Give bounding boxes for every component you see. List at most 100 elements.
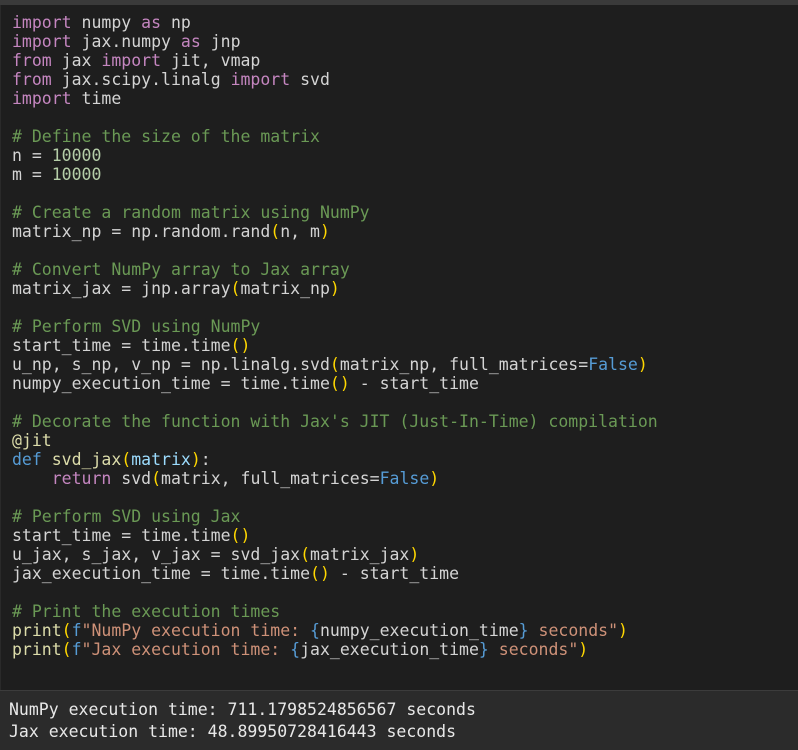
code-token: jax.numpy bbox=[71, 32, 181, 51]
code-token: from bbox=[12, 51, 52, 70]
code-token: import bbox=[230, 70, 291, 89]
output-line-numpy: NumPy execution time: 711.1798524856567 … bbox=[9, 700, 476, 719]
code-line: # Define the size of the matrix bbox=[12, 127, 658, 146]
code-token: # Perform SVD using Jax bbox=[12, 507, 241, 526]
code-token: - start_time bbox=[349, 374, 479, 393]
code-token: matrix_np = np.random.rand bbox=[12, 222, 271, 241]
code-token: import bbox=[12, 32, 72, 51]
code-token: : bbox=[200, 450, 211, 469]
code-token: numpy bbox=[71, 13, 142, 32]
code-token: ( bbox=[300, 545, 311, 564]
code-token: print bbox=[12, 621, 62, 640]
code-token: numpy_execution_time = time.time bbox=[12, 374, 330, 393]
code-token: seconds" bbox=[528, 621, 618, 640]
code-token: ( bbox=[230, 279, 241, 298]
code-token: m = bbox=[12, 165, 52, 184]
code-token: ) bbox=[637, 355, 648, 374]
output-text: NumPy execution time: 711.1798524856567 … bbox=[9, 699, 476, 743]
code-token: jax.scipy.linalg bbox=[51, 70, 231, 89]
code-line: print(f"NumPy execution time: {numpy_exe… bbox=[12, 621, 658, 640]
code-line: jax_execution_time = time.time() - start… bbox=[12, 564, 658, 583]
code-token: { bbox=[310, 621, 320, 640]
code-line: import jax.numpy as jnp bbox=[12, 32, 658, 51]
code-line: start_time = time.time() bbox=[12, 336, 658, 355]
code-token: ( bbox=[61, 621, 72, 640]
code-line: matrix_jax = jnp.array(matrix_np) bbox=[12, 279, 658, 298]
code-token: u_np, s_np, v_np = np.linalg.svd bbox=[12, 355, 330, 374]
code-cell[interactable]: import numpy as np import jax.numpy as jn… bbox=[0, 5, 798, 690]
code-line: start_time = time.time() bbox=[12, 526, 658, 545]
code-line: import numpy as np bbox=[12, 13, 658, 32]
code-token: "NumPy execution time: bbox=[81, 621, 311, 640]
code-token: matrix bbox=[131, 450, 191, 469]
output-line-jax: Jax execution time: 48.89950728416443 se… bbox=[9, 722, 457, 741]
cell-output: NumPy execution time: 711.1798524856567 … bbox=[0, 690, 798, 750]
code-token: ) bbox=[409, 545, 420, 564]
code-token: n, m bbox=[280, 222, 320, 241]
code-token: time bbox=[71, 89, 122, 108]
code-token: jax_execution_time = time.time bbox=[12, 564, 311, 583]
code-line: m = 10000 bbox=[12, 165, 658, 184]
code-token: () bbox=[230, 336, 251, 355]
code-token: ( bbox=[270, 222, 281, 241]
code-token: u_jax, s_jax, v_jax = svd_jax bbox=[12, 545, 301, 564]
code-token: svd bbox=[290, 70, 330, 89]
code-line: import time bbox=[12, 89, 658, 108]
code-token: ) bbox=[190, 450, 201, 469]
code-token: # Define the size of the matrix bbox=[12, 127, 320, 146]
code-token: } bbox=[478, 640, 489, 659]
code-token: svd_jax bbox=[51, 450, 122, 469]
code-token: { bbox=[290, 640, 301, 659]
code-line: u_jax, s_jax, v_jax = svd_jax(matrix_jax… bbox=[12, 545, 658, 564]
code-token: jit, vmap bbox=[161, 51, 261, 70]
code-token: start_time = time.time bbox=[12, 526, 231, 545]
code-token: ) bbox=[429, 469, 440, 488]
code-token: seconds" bbox=[488, 640, 579, 659]
code-token: jax_execution_time bbox=[300, 640, 479, 659]
code-token: print bbox=[12, 640, 62, 659]
code-line: # Perform SVD using NumPy bbox=[12, 317, 658, 336]
code-token: start_time = time.time bbox=[12, 336, 231, 355]
code-token: () bbox=[329, 374, 350, 393]
code-token: n = bbox=[12, 146, 52, 165]
code-token: def bbox=[12, 450, 42, 469]
code-token: import bbox=[101, 51, 162, 70]
code-token: } bbox=[518, 621, 529, 640]
code-token: matrix, full_matrices= bbox=[161, 469, 380, 488]
code-line: matrix_np = np.random.rand(n, m) bbox=[12, 222, 658, 241]
code-token: matrix_np, full_matrices= bbox=[339, 355, 589, 374]
code-token: jnp bbox=[200, 32, 241, 51]
code-token: - start_time bbox=[329, 564, 460, 583]
code-token: ( bbox=[329, 355, 340, 374]
code-token: ) bbox=[578, 640, 589, 659]
code-token: @jit bbox=[12, 431, 52, 450]
code-line: return svd(matrix, full_matrices=False) bbox=[12, 469, 658, 488]
code-token: matrix_jax = jnp.array bbox=[12, 279, 231, 298]
code-line: numpy_execution_time = time.time() - sta… bbox=[12, 374, 658, 393]
code-token: # Decorate the function with Jax's JIT (… bbox=[12, 412, 658, 431]
code-token: ) bbox=[329, 279, 340, 298]
code-token: # Convert NumPy array to Jax array bbox=[12, 260, 350, 279]
code-token: ( bbox=[121, 450, 132, 469]
code-token: numpy_execution_time bbox=[319, 621, 519, 640]
code-line: from jax.scipy.linalg import svd bbox=[12, 70, 658, 89]
code-editor[interactable]: import numpy as np import jax.numpy as jn… bbox=[12, 13, 658, 659]
code-token: f bbox=[71, 621, 82, 640]
code-token: () bbox=[230, 526, 251, 545]
code-token: return bbox=[51, 469, 112, 488]
code-token: False bbox=[379, 469, 430, 488]
code-token: ) bbox=[618, 621, 628, 640]
code-line: # Perform SVD using Jax bbox=[12, 507, 658, 526]
code-token: ( bbox=[61, 640, 72, 659]
code-token: ) bbox=[319, 222, 330, 241]
code-token: matrix_np bbox=[240, 279, 330, 298]
code-token: matrix_jax bbox=[310, 545, 410, 564]
code-line: # Decorate the function with Jax's JIT (… bbox=[12, 412, 658, 431]
